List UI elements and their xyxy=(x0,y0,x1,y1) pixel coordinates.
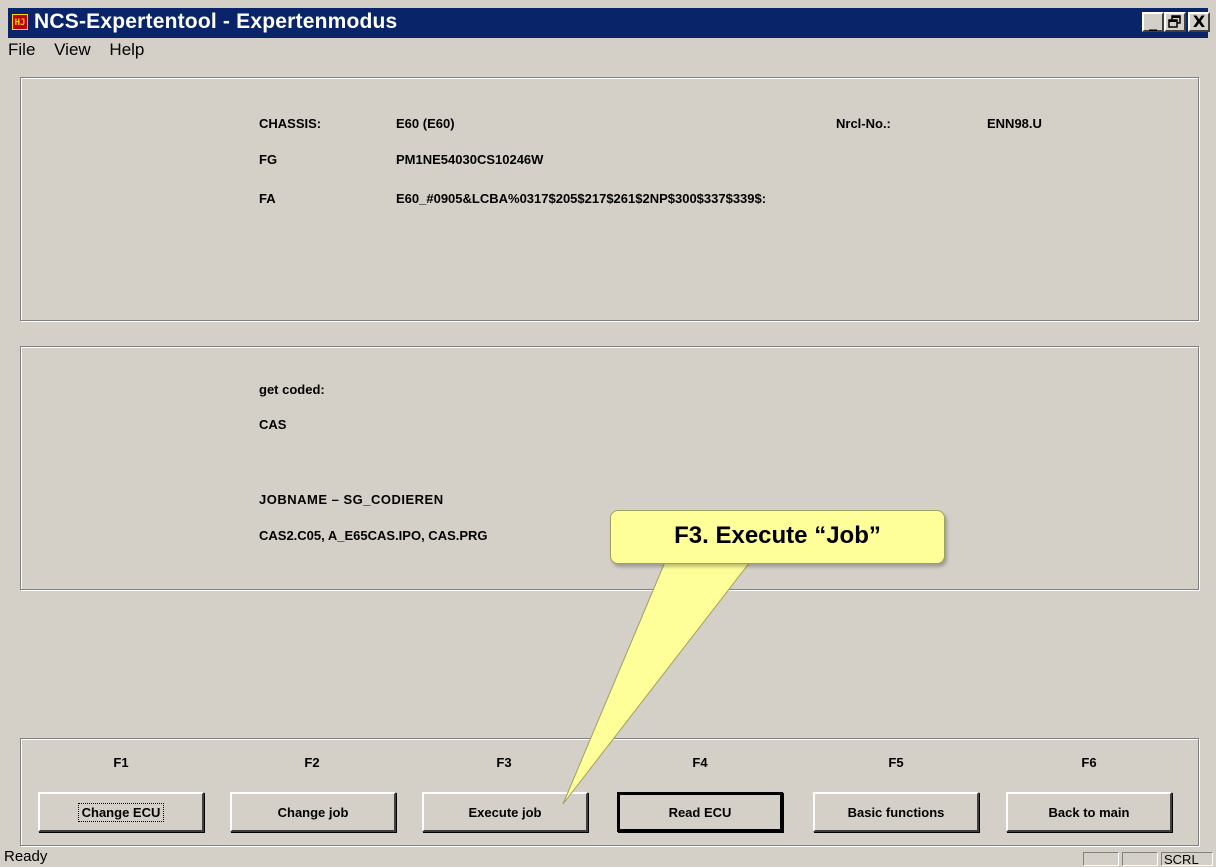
status-cell-2 xyxy=(1122,852,1158,866)
callout-box: F3. Execute “Job” xyxy=(610,510,945,564)
scroll-lock-indicator: SCRL xyxy=(1161,852,1213,866)
status-cell-1 xyxy=(1083,852,1119,866)
callout-text: F3. Execute “Job” xyxy=(674,522,881,549)
status-text: Ready xyxy=(4,848,48,865)
callout-pointer xyxy=(562,561,752,805)
status-bar: Ready xyxy=(0,848,1216,866)
